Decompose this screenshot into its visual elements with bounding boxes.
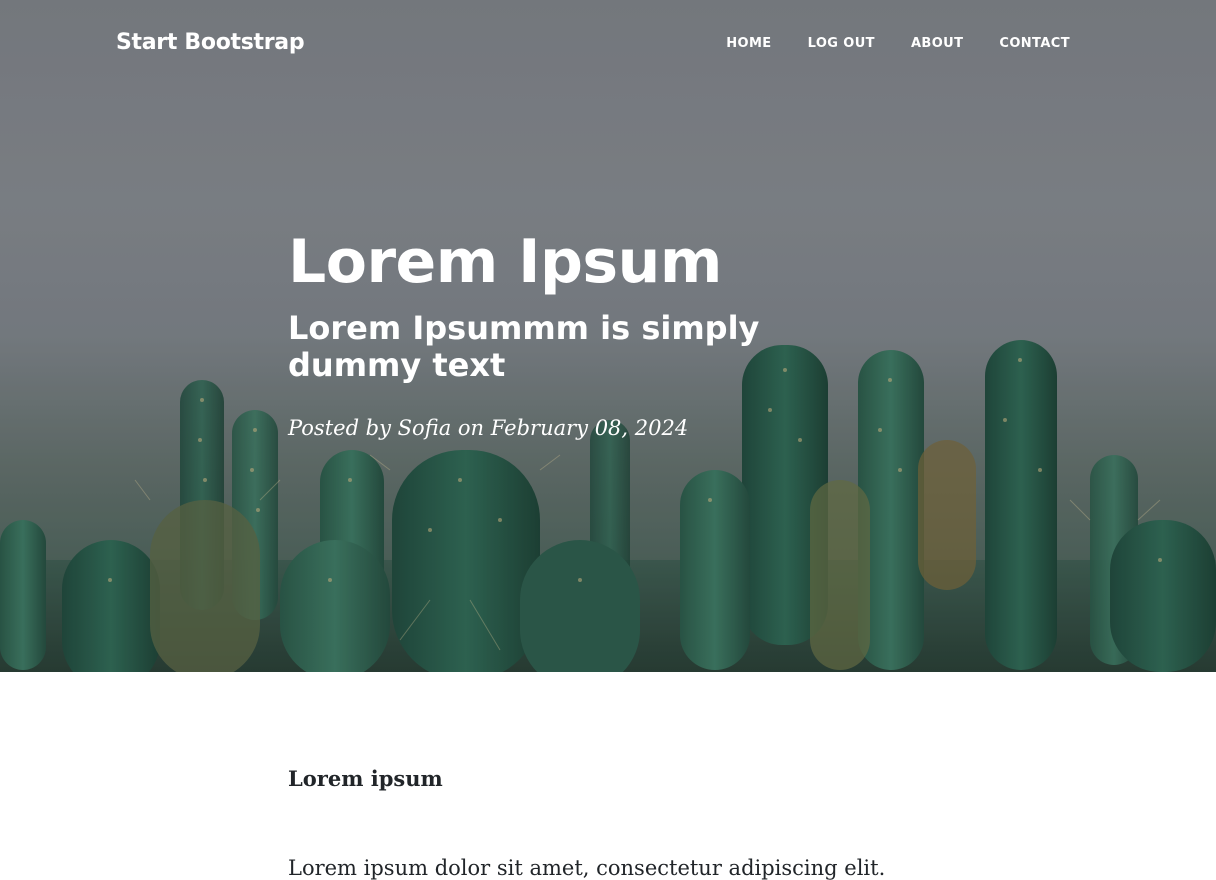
section-heading: Lorem ipsum — [288, 766, 443, 791]
post-heading: Lorem Ipsum Lorem Ipsummm is simply dumm… — [288, 226, 888, 440]
main-navbar: Start Bootstrap HOME LOG OUT ABOUT CONTA… — [0, 0, 1216, 88]
masthead: Start Bootstrap HOME LOG OUT ABOUT CONTA… — [0, 0, 1216, 672]
nav-links: HOME LOG OUT ABOUT CONTACT — [708, 36, 1070, 51]
navbar-brand[interactable]: Start Bootstrap — [116, 30, 305, 55]
nav-link-home[interactable]: HOME — [708, 36, 789, 51]
post-title: Lorem Ipsum — [288, 227, 722, 297]
post-subtitle: Lorem Ipsummm is simply dummy text — [288, 309, 760, 384]
post-paragraph: Lorem ipsum dolor sit amet, consectetur … — [288, 856, 886, 880]
nav-link-about[interactable]: ABOUT — [893, 36, 981, 51]
nav-link-contact[interactable]: CONTACT — [981, 36, 1070, 51]
post-meta: Posted by Sofia on February 08, 2024 — [288, 416, 689, 440]
nav-link-log-out[interactable]: LOG OUT — [790, 36, 893, 51]
